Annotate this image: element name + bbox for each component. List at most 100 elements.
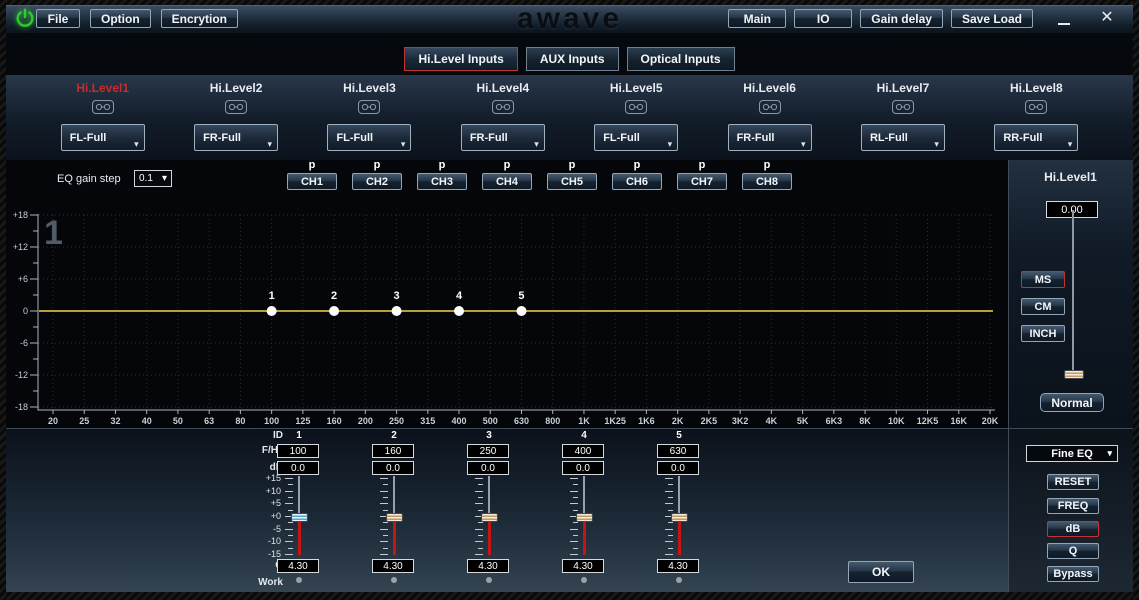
delay-slider-handle[interactable] bbox=[1064, 370, 1084, 379]
svg-text:10K: 10K bbox=[888, 416, 905, 426]
titlebar-button-io[interactable]: IO bbox=[794, 9, 852, 28]
band-q-field[interactable]: 4.30 bbox=[372, 559, 414, 573]
band-slider-track[interactable] bbox=[393, 476, 395, 518]
channel-button-ch5[interactable]: CH5 bbox=[547, 173, 597, 190]
band-q-field[interactable]: 4.30 bbox=[277, 559, 319, 573]
eq-point-1[interactable] bbox=[267, 306, 277, 316]
channel-source-select[interactable]: RR-Full▾ bbox=[994, 124, 1078, 151]
svg-text:16K: 16K bbox=[950, 416, 967, 426]
unit-button-cm[interactable]: CM bbox=[1021, 298, 1065, 315]
function-button-db[interactable]: dB bbox=[1047, 521, 1099, 537]
band-freq-field[interactable]: 160 bbox=[372, 444, 414, 458]
band-slider-red bbox=[583, 518, 586, 555]
band-scale-tick bbox=[285, 503, 293, 504]
channel-source-select[interactable]: FR-Full▾ bbox=[461, 124, 545, 151]
tab-hi-level-inputs[interactable]: Hi.Level Inputs bbox=[404, 47, 517, 71]
channel-button-ch7[interactable]: CH7 bbox=[677, 173, 727, 190]
band-q-field[interactable]: 4.30 bbox=[657, 559, 699, 573]
link-icon[interactable] bbox=[492, 100, 514, 119]
band-q-field[interactable]: 4.30 bbox=[467, 559, 509, 573]
eq-point-3[interactable] bbox=[392, 306, 402, 316]
channel-button-ch6[interactable]: CH6 bbox=[612, 173, 662, 190]
minimize-button[interactable] bbox=[1057, 13, 1071, 25]
link-icon[interactable] bbox=[225, 100, 247, 119]
band-freq-field[interactable]: 250 bbox=[467, 444, 509, 458]
eq-band-2: 21600.04.30 bbox=[360, 428, 428, 592]
channel-source-select[interactable]: RL-Full▾ bbox=[861, 124, 945, 151]
band-scale-tick bbox=[478, 497, 483, 498]
link-icon[interactable] bbox=[92, 100, 114, 119]
band-db-field[interactable]: 0.0 bbox=[657, 461, 699, 475]
titlebar-button-save-load[interactable]: Save Load bbox=[951, 9, 1033, 28]
channel-source-select[interactable]: FR-Full▾ bbox=[194, 124, 278, 151]
band-scale-tick bbox=[668, 548, 673, 549]
band-freq-field[interactable]: 630 bbox=[657, 444, 699, 458]
band-q-field[interactable]: 4.30 bbox=[562, 559, 604, 573]
function-button-bypass[interactable]: Bypass bbox=[1047, 566, 1099, 582]
band-scale-tick bbox=[478, 522, 483, 523]
band-slider-handle[interactable] bbox=[386, 513, 403, 522]
band-scale-tick bbox=[665, 491, 673, 492]
channel-name: Hi.Level8 bbox=[1010, 81, 1063, 95]
band-scale-tick bbox=[383, 548, 388, 549]
tab-optical-inputs[interactable]: Optical Inputs bbox=[627, 47, 735, 71]
close-button[interactable]: ✕ bbox=[1097, 7, 1117, 27]
band-slider-track[interactable] bbox=[488, 476, 490, 518]
titlebar-button-gain-delay[interactable]: Gain delay bbox=[860, 9, 943, 28]
eq-point-5[interactable] bbox=[516, 306, 526, 316]
band-slider-handle[interactable] bbox=[291, 513, 308, 522]
band-db-field[interactable]: 0.0 bbox=[277, 461, 319, 475]
band-db-field[interactable]: 0.0 bbox=[467, 461, 509, 475]
band-db-field[interactable]: 0.0 bbox=[562, 461, 604, 475]
channel-button-ch8[interactable]: CH8 bbox=[742, 173, 792, 190]
band-slider-track[interactable] bbox=[678, 476, 680, 518]
eq-point-2[interactable] bbox=[329, 306, 339, 316]
band-scale-tick bbox=[573, 535, 578, 536]
tab-aux-inputs[interactable]: AUX Inputs bbox=[526, 47, 619, 71]
channel-source-value: RR-Full bbox=[1003, 132, 1042, 144]
link-icon[interactable] bbox=[625, 100, 647, 119]
function-button-reset[interactable]: RESET bbox=[1047, 474, 1099, 490]
svg-text:5: 5 bbox=[518, 290, 524, 302]
band-work-indicator bbox=[486, 577, 492, 583]
channel-button-ch4[interactable]: CH4 bbox=[482, 173, 532, 190]
band-freq-field[interactable]: 400 bbox=[562, 444, 604, 458]
link-icon[interactable] bbox=[892, 100, 914, 119]
channel-source-select[interactable]: FL-Full▾ bbox=[327, 124, 411, 151]
svg-text:+12: +12 bbox=[13, 242, 28, 252]
band-freq-field[interactable]: 100 bbox=[277, 444, 319, 458]
band-slider-track[interactable] bbox=[298, 476, 300, 518]
titlebar-button-main[interactable]: Main bbox=[728, 9, 786, 28]
band-scale-tick bbox=[570, 541, 578, 542]
band-slider-handle[interactable] bbox=[481, 513, 498, 522]
svg-text:20: 20 bbox=[48, 416, 58, 426]
channel-button-ch2[interactable]: CH2 bbox=[352, 173, 402, 190]
channel-name: Hi.Level7 bbox=[877, 81, 930, 95]
link-icon[interactable] bbox=[1025, 100, 1047, 119]
link-icon[interactable] bbox=[358, 100, 380, 119]
link-icon[interactable] bbox=[759, 100, 781, 119]
eq-point-4[interactable] bbox=[454, 306, 464, 316]
ok-button[interactable]: OK bbox=[848, 561, 914, 583]
unit-button-ms[interactable]: MS bbox=[1021, 271, 1065, 288]
normal-button[interactable]: Normal bbox=[1040, 393, 1104, 412]
delay-slider-track[interactable] bbox=[1072, 210, 1074, 372]
eq-graph[interactable]: +18+12+60-6-12-1820253240506380100125160… bbox=[0, 200, 1005, 432]
channel-button-ch1[interactable]: CH1 bbox=[287, 173, 337, 190]
band-slider-track[interactable] bbox=[583, 476, 585, 518]
function-button-q[interactable]: Q bbox=[1047, 543, 1099, 559]
carbon-edge-left bbox=[0, 0, 6, 600]
channel-source-select[interactable]: FL-Full▾ bbox=[594, 124, 678, 151]
function-button-freq[interactable]: FREQ bbox=[1047, 498, 1099, 514]
channel-button-ch3[interactable]: CH3 bbox=[417, 173, 467, 190]
band-slider-handle[interactable] bbox=[576, 513, 593, 522]
eq-gain-step-select[interactable]: 0.1 ▾ bbox=[134, 170, 172, 187]
eq-mode-select[interactable]: Fine EQ ▾ bbox=[1026, 445, 1118, 462]
unit-button-inch[interactable]: INCH bbox=[1021, 325, 1065, 342]
band-scale-tick bbox=[288, 522, 293, 523]
channel-source-select[interactable]: FL-Full▾ bbox=[61, 124, 145, 151]
band-db-field[interactable]: 0.0 bbox=[372, 461, 414, 475]
svg-text:+6: +6 bbox=[18, 274, 28, 284]
channel-source-select[interactable]: FR-Full▾ bbox=[728, 124, 812, 151]
band-slider-handle[interactable] bbox=[671, 513, 688, 522]
